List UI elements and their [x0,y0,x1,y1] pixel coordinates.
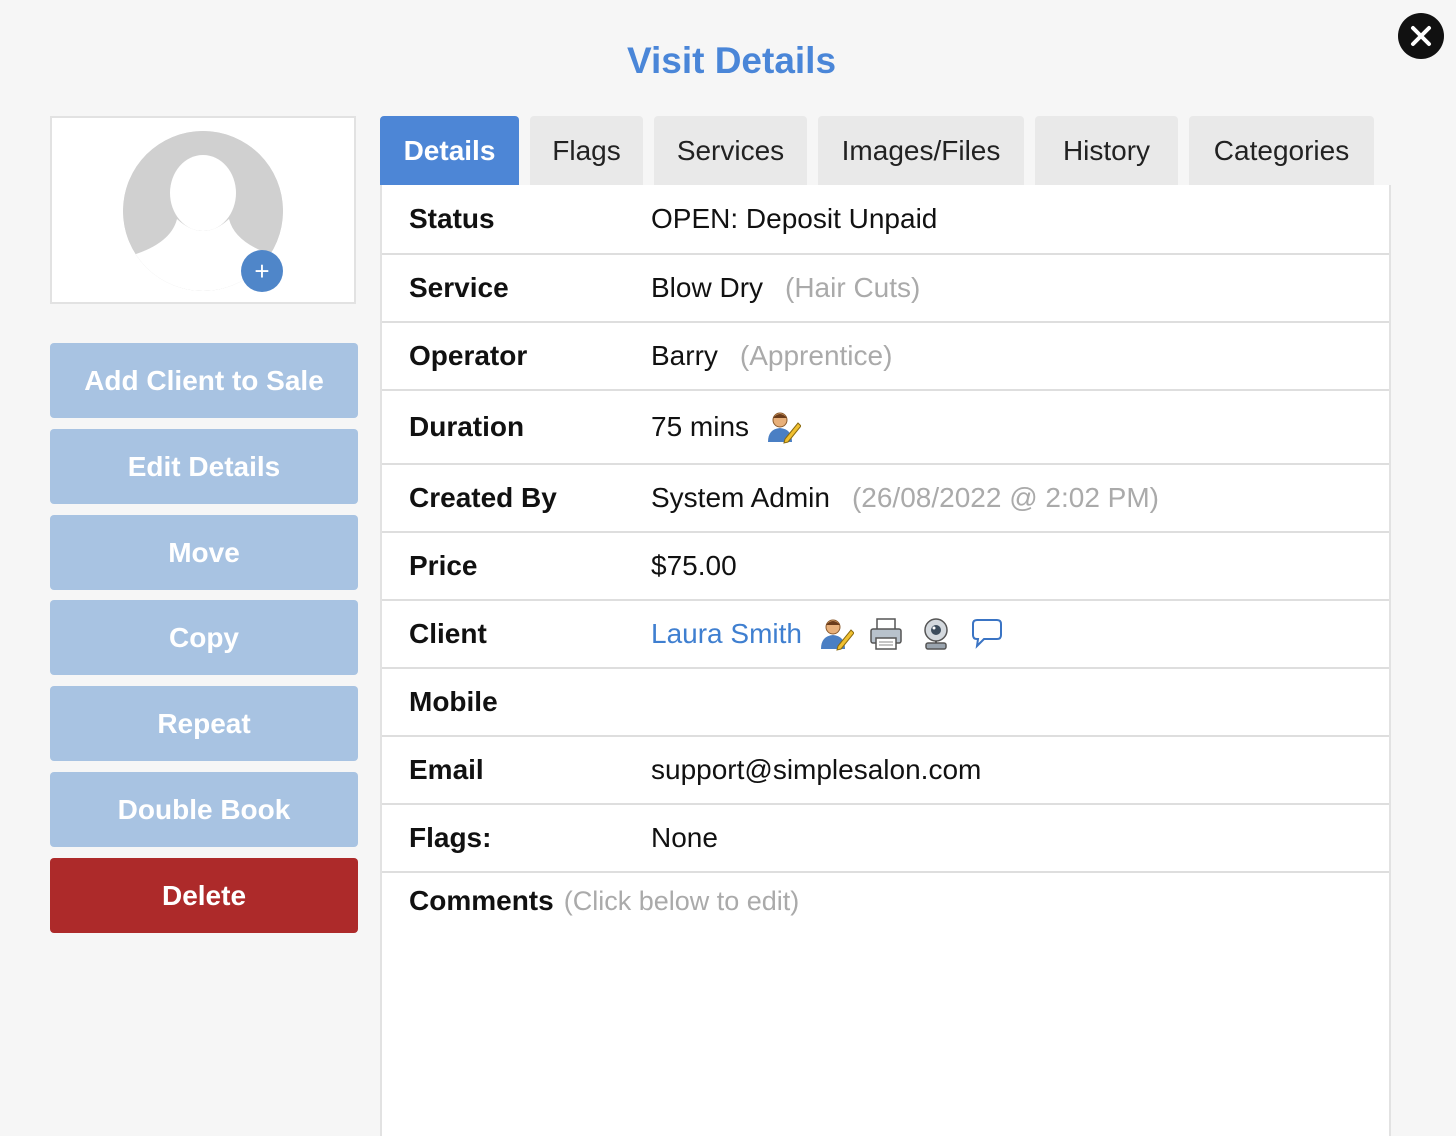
copy-button[interactable]: Copy [50,600,358,675]
add-photo-button[interactable]: + [241,250,283,292]
created-by-label: Created By [409,482,557,513]
flags-label: Flags: [409,822,492,853]
service-value: Blow Dry [651,272,764,303]
duration-label: Duration [409,411,525,442]
message-bubble-icon[interactable] [968,616,1004,652]
mobile-row: Mobile [382,669,1389,737]
webcam-icon[interactable] [918,616,954,652]
dialog-title: Visit Details [626,40,837,81]
operator-row: Operator Barry (Apprentice) [382,323,1389,391]
email-link[interactable]: support@simplesalon.com [651,754,981,786]
email-row: Email support@simplesalon.com [382,737,1389,805]
status-label: Status [409,203,495,234]
edit-details-button[interactable]: Edit Details [50,429,358,504]
client-avatar: + [50,116,356,304]
comments-section: Comments (Click below to edit) [409,885,799,917]
email-label: Email [409,754,484,785]
tab-flags[interactable]: Flags [530,116,643,185]
delete-button[interactable]: Delete [50,858,358,933]
service-category: (Hair Cuts) [785,272,921,303]
duration-row: Duration 75 mins [382,391,1389,465]
price-row: Price $75.00 [382,533,1389,601]
price-label: Price [409,550,478,581]
client-name-link[interactable]: Laura Smith [651,618,802,650]
add-client-to-sale-button[interactable]: Add Client to Sale [50,343,358,418]
tab-services[interactable]: Services [654,116,807,185]
service-label: Service [409,272,509,303]
edit-person-icon[interactable] [818,616,854,652]
tab-details[interactable]: Details [380,116,519,185]
duration-value: 75 mins [651,411,750,442]
status-row: Status OPEN: Deposit Unpaid [382,185,1389,255]
status-value: OPEN: Deposit Unpaid [651,203,938,234]
client-label: Client [409,618,487,649]
mobile-label: Mobile [409,686,498,717]
created-by-value: System Admin [651,482,830,513]
move-button[interactable]: Move [50,515,358,590]
operator-value: Barry [651,340,718,371]
plus-icon: + [254,256,270,286]
service-row: Service Blow Dry (Hair Cuts) [382,255,1389,323]
edit-person-icon[interactable] [765,409,802,445]
created-by-row: Created By System Admin (26/08/2022 @ 2:… [382,465,1389,533]
flags-value: None [651,822,718,853]
details-panel: Status OPEN: Deposit Unpaid Service Blow… [380,185,1391,1136]
double-book-button[interactable]: Double Book [50,772,358,847]
comments-label: Comments [409,885,554,916]
printer-icon[interactable] [868,616,904,652]
repeat-button[interactable]: Repeat [50,686,358,761]
created-timestamp: (26/08/2022 @ 2:02 PM) [851,482,1159,513]
tab-history[interactable]: History [1035,116,1178,185]
price-value: $75.00 [651,550,737,581]
client-row: Client Laura Smith [382,601,1389,669]
tab-images-files[interactable]: Images/Files [818,116,1024,185]
flags-row: Flags: None [382,805,1389,873]
operator-label: Operator [409,340,528,371]
comments-hint[interactable]: (Click below to edit) [564,886,800,917]
operator-role: (Apprentice) [739,340,893,371]
tab-categories[interactable]: Categories [1189,116,1374,185]
